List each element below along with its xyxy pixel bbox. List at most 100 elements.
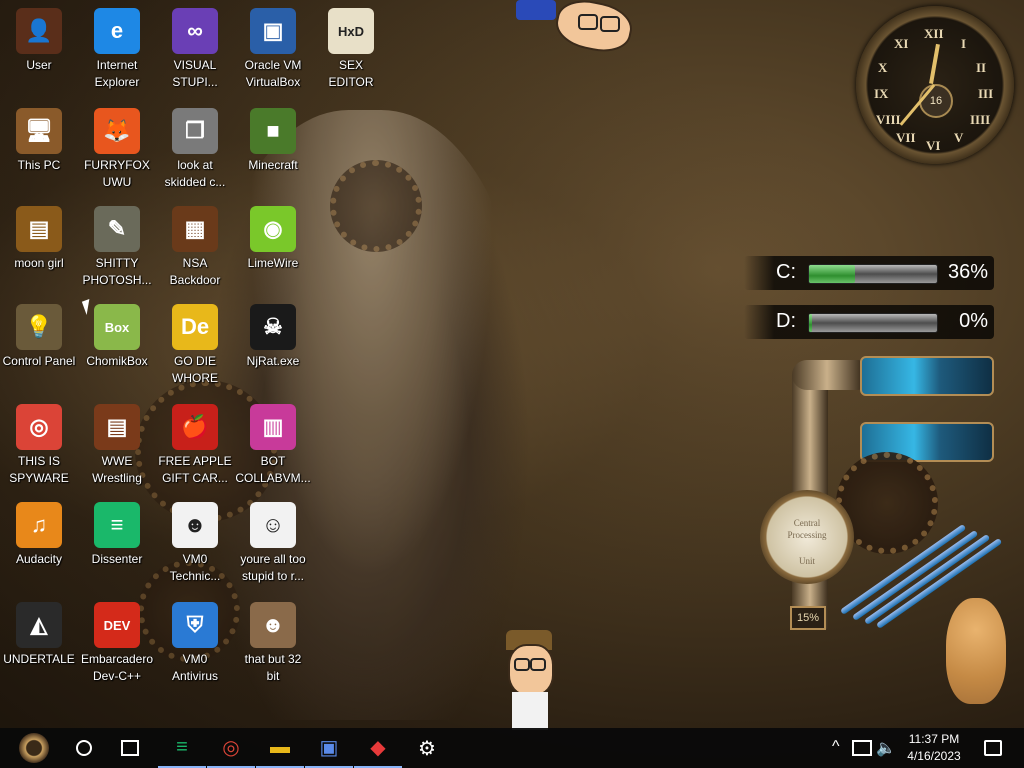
- clock-numeral: IIII: [970, 112, 991, 127]
- desktop-icon-label: WWE Wrestling: [92, 454, 142, 485]
- desktop-icon-label: LimeWire: [247, 256, 299, 270]
- desktop-icon-virtualbox[interactable]: ▣ Oracle VM VirtualBox: [234, 0, 312, 96]
- desktop-icon-visual-studio[interactable]: ∞ VISUAL STUPI...: [156, 0, 234, 96]
- desktop-icon-vm0-antivirus[interactable]: ⛨ VM0 Antivirus: [156, 594, 234, 690]
- desktop-icon-furryfox[interactable]: 🦊 FURRYFOX UWU: [78, 100, 156, 196]
- desktop-icon-label: moon girl: [14, 256, 64, 270]
- drive-usage-fill: [809, 265, 856, 283]
- clock-gadget[interactable]: XII I II III IIII V VI VII VIII IX X XI …: [856, 6, 1014, 164]
- chrome-taskbar-icon: ◎: [222, 736, 240, 759]
- desktop-icon-label: UNDERTALE: [3, 652, 75, 666]
- desktop-icon-label: Embarcadero Dev-C++: [80, 652, 154, 683]
- drive-meter-d[interactable]: D: 0%: [744, 305, 994, 339]
- file-explorer-taskbar[interactable]: ▬: [256, 728, 304, 768]
- clock-numeral: VII: [896, 130, 916, 145]
- clock-numeral: II: [976, 60, 987, 75]
- clock-numeral: VI: [926, 138, 941, 153]
- desktop-icon-label: SHITTY PHOTOSH...: [82, 256, 152, 287]
- desktop-icon-internet-explorer[interactable]: e Internet Explorer: [78, 0, 156, 96]
- desktop-icon-label: that but 32 bit: [244, 652, 302, 683]
- desktop-icon-gimp[interactable]: ✎ SHITTY PHOTOSH...: [78, 198, 156, 294]
- desktop-icon-dissenter[interactable]: ≡ Dissenter: [78, 494, 156, 590]
- pipe: [792, 360, 862, 390]
- desktop-icon-that-but-32[interactable]: ☻ that but 32 bit: [234, 594, 312, 690]
- visual-studio-icon: ∞: [172, 8, 218, 54]
- taskbar-clock[interactable]: 11:37 PM 4/16/2023: [896, 731, 972, 765]
- volume-muted-icon[interactable]: 🔈: [876, 738, 896, 758]
- desktop-icon-label: VM0 Technic...: [169, 552, 221, 583]
- desktop-icon-vm0-tech[interactable]: ☻ VM0 Technic...: [156, 494, 234, 590]
- control-panel-icon: 💡: [16, 304, 62, 350]
- taskbar-date: 4/16/2023: [907, 749, 961, 763]
- that-but-32-icon: ☻: [250, 602, 296, 648]
- minecraft-icon: ■: [250, 108, 296, 154]
- drive-usage-bar: [808, 313, 938, 333]
- start-button[interactable]: [8, 728, 60, 768]
- cpu-percent: 15%: [790, 606, 826, 630]
- network-icon[interactable]: [852, 740, 872, 756]
- taskbar: ≡ ◎ ▬ ▣ ◆ ⚙ ^ 🔈 11:37 PM 4/16/2023: [0, 728, 1024, 768]
- desktop-icon-undertale[interactable]: ◭ UNDERTALE: [0, 594, 78, 690]
- clock-numeral: I: [961, 36, 967, 51]
- cartoon-hank: [500, 630, 560, 730]
- clock-numeral: VIII: [876, 112, 901, 127]
- desktop-icon-label: User: [26, 58, 52, 72]
- desktop-icon-devcpp[interactable]: DEV Embarcadero Dev-C++: [78, 594, 156, 690]
- vbox-taskbar[interactable]: ▣: [305, 728, 353, 768]
- desktop-icon-chrome[interactable]: ◎ THIS IS SPYWARE: [0, 396, 78, 492]
- cartoon-head-top: [516, 0, 637, 58]
- clock-numeral: XII: [924, 26, 944, 41]
- desktop-icon-moon-girl[interactable]: ▤ moon girl: [0, 198, 78, 294]
- drive-usage-bar: [808, 264, 938, 284]
- desktop-icon-limewire[interactable]: ◉ LimeWire: [234, 198, 312, 294]
- clock-numeral: III: [978, 86, 994, 101]
- vm0-tech-icon: ☻: [172, 502, 218, 548]
- anydesk-taskbar-icon: ◆: [370, 736, 386, 759]
- clock-date: 16: [919, 84, 953, 118]
- cpu-tube: [860, 356, 994, 396]
- desktop-icon-too-stupid[interactable]: ☺ youre all too stupid to r...: [234, 494, 312, 590]
- chomikbox-icon: Box: [94, 304, 140, 350]
- desktop-icon-label: Oracle VM VirtualBox: [244, 58, 302, 89]
- search-button[interactable]: [60, 728, 108, 768]
- settings-taskbar[interactable]: ⚙: [403, 728, 451, 768]
- desktop-icon-control-panel[interactable]: 💡 Control Panel: [0, 296, 78, 392]
- anydesk-taskbar[interactable]: ◆: [354, 728, 402, 768]
- desktop-icon-bot-collab[interactable]: ▥ BOT COLLABVM...: [234, 396, 312, 492]
- clock-hour-hand: [929, 43, 940, 84]
- desktop-icon-njrat[interactable]: ☠ NjRat.exe: [234, 296, 312, 392]
- undertale-icon: ◭: [16, 602, 62, 648]
- dissenter-taskbar[interactable]: ≡: [158, 728, 206, 768]
- desktop-icon-sex-editor[interactable]: HxD SEX EDITOR: [312, 0, 390, 96]
- desktop-icon-go-die[interactable]: De GO DIE WHORE: [156, 296, 234, 392]
- desktop-icon-minecraft[interactable]: ■ Minecraft: [234, 100, 312, 196]
- notifications-icon[interactable]: [984, 740, 1002, 756]
- wallpaper-gear: [330, 160, 422, 252]
- taskbar-time: 11:37 PM: [908, 732, 960, 746]
- drive-letter: C:: [776, 261, 796, 283]
- desktop-icon-nsa-backdoor[interactable]: ▦ NSA Backdoor: [156, 198, 234, 294]
- circle-icon: [76, 740, 92, 756]
- file-explorer-taskbar-icon: ▬: [270, 735, 290, 758]
- desktop-icon-label: Minecraft: [248, 158, 298, 172]
- desktop-icon-skidded[interactable]: ❐ look at skidded c...: [156, 100, 234, 196]
- free-apple-icon: 🍎: [172, 404, 218, 450]
- desktop-icon-this-pc[interactable]: 🖥 This PC: [0, 100, 78, 196]
- desktop-icon-label: This PC: [17, 158, 61, 172]
- desktop-icon-free-apple[interactable]: 🍎 FREE APPLE GIFT CAR...: [156, 396, 234, 492]
- desktop-icon-label: look at skidded c...: [164, 158, 226, 189]
- desktop-icon-label: BOT COLLABVM...: [235, 454, 311, 485]
- task-view-button[interactable]: [106, 728, 154, 768]
- clock-numeral: X: [878, 60, 888, 75]
- moon-girl-icon: ▤: [16, 206, 62, 252]
- chrome-taskbar[interactable]: ◎: [207, 728, 255, 768]
- internet-explorer-icon: e: [94, 8, 140, 54]
- desktop-icon-user[interactable]: 👤 User: [0, 0, 78, 96]
- desktop-icon-audacity[interactable]: ♫ Audacity: [0, 494, 78, 590]
- furryfox-icon: 🦊: [94, 108, 140, 154]
- drive-meter-c[interactable]: C: 36%: [744, 256, 994, 290]
- desktop-icon-wwe[interactable]: ▤ WWE Wrestling: [78, 396, 156, 492]
- clock-numeral: V: [954, 130, 964, 145]
- show-hidden-icons[interactable]: ^: [832, 738, 840, 756]
- desktop-icon-label: THIS IS SPYWARE: [9, 454, 69, 485]
